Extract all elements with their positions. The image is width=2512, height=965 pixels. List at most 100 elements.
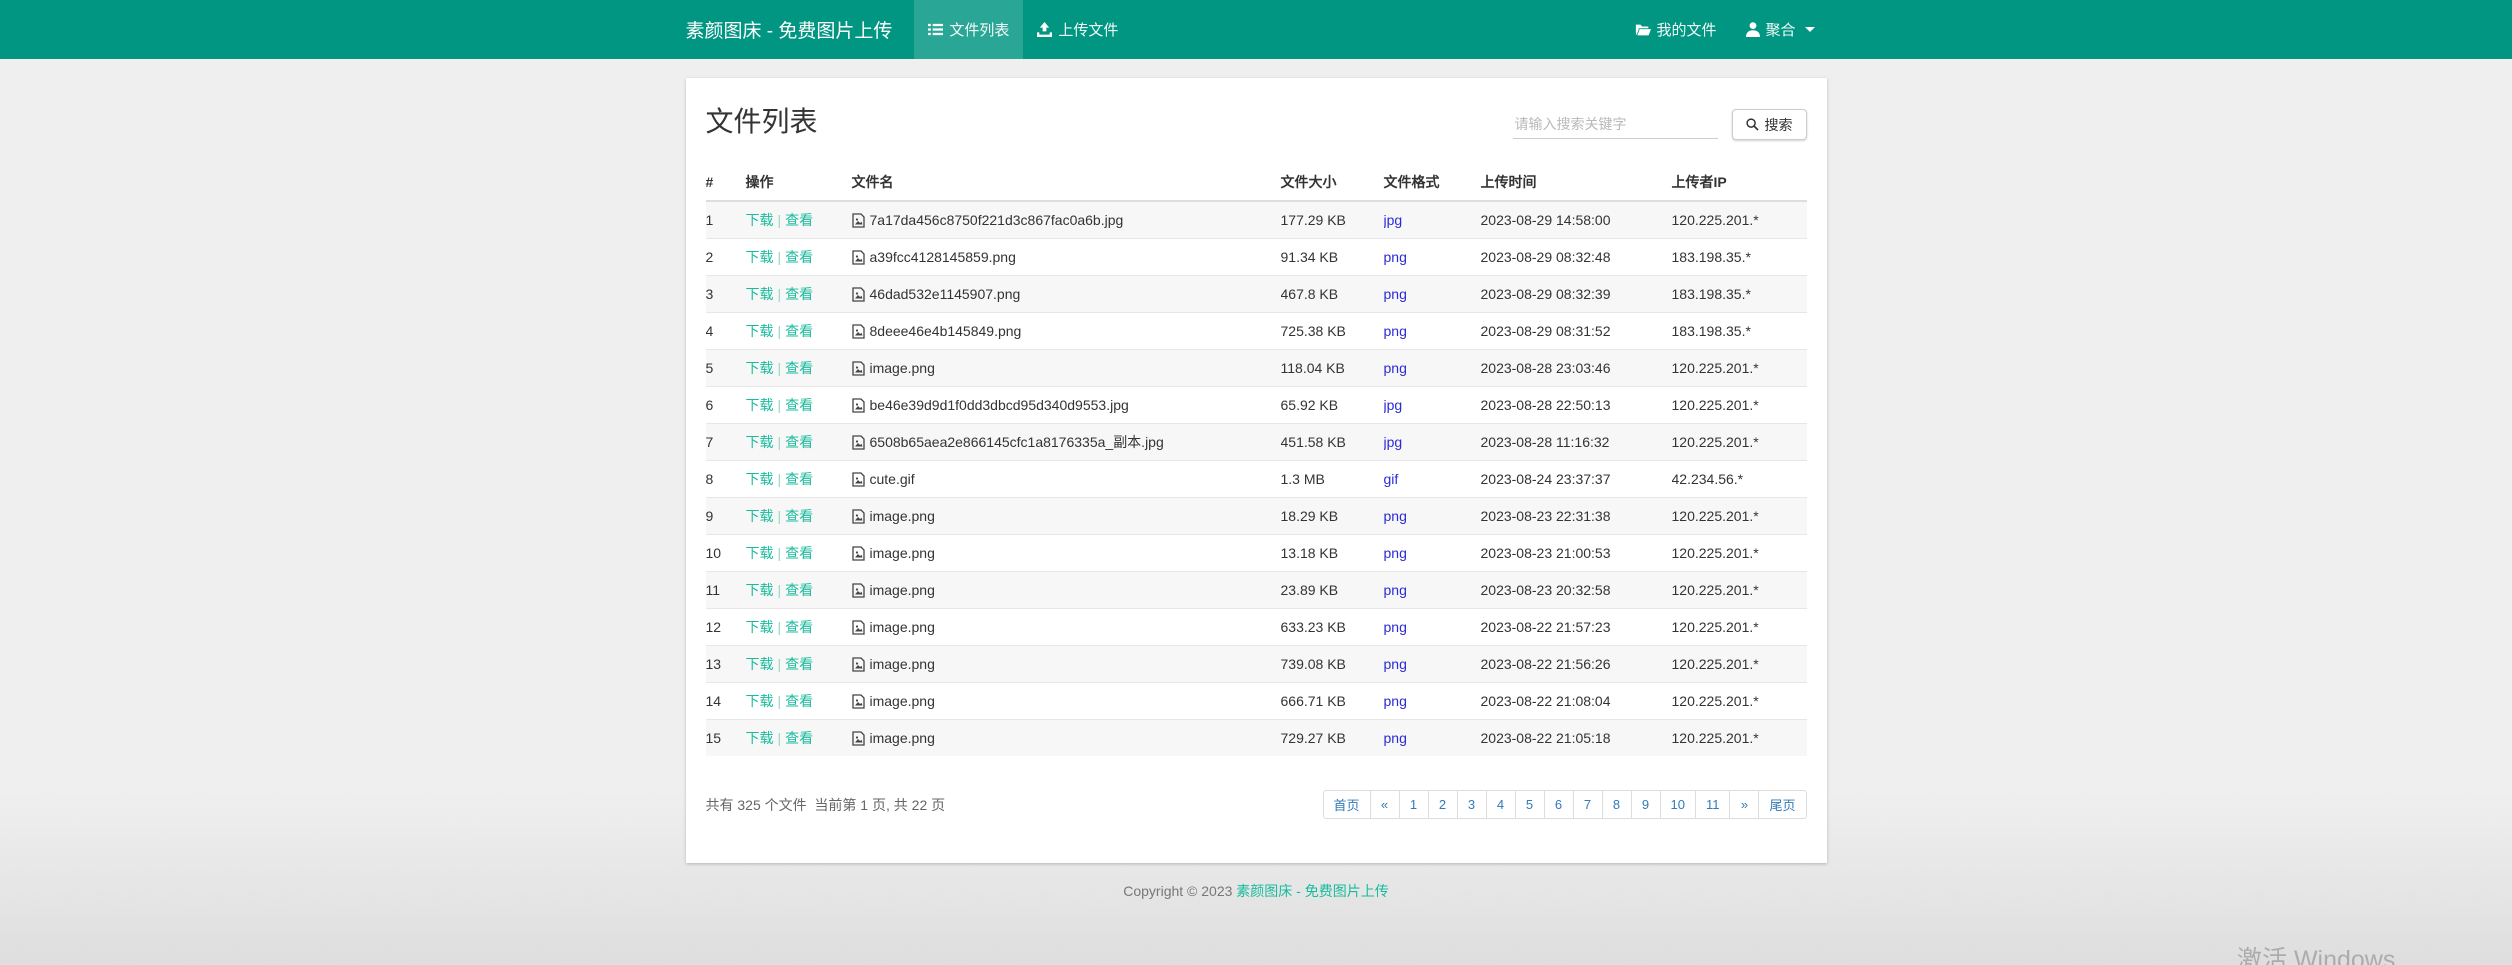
nav-tab-file-list[interactable]: 文件列表 <box>914 0 1023 59</box>
row-format: gif <box>1384 461 1481 498</box>
format-link[interactable]: gif <box>1384 471 1399 487</box>
brand-link[interactable]: 素颜图床 - 免费图片上传 <box>686 0 915 59</box>
row-actions: 下载|查看 <box>746 498 852 535</box>
format-link[interactable]: png <box>1384 249 1407 265</box>
format-link[interactable]: jpg <box>1384 434 1403 450</box>
view-link[interactable]: 查看 <box>785 656 813 672</box>
view-link[interactable]: 查看 <box>785 730 813 746</box>
image-file-icon <box>852 620 865 635</box>
download-link[interactable]: 下载 <box>746 545 774 561</box>
row-actions: 下载|查看 <box>746 313 852 350</box>
download-link[interactable]: 下载 <box>746 582 774 598</box>
pagination-item[interactable]: « <box>1370 790 1400 819</box>
view-link[interactable]: 查看 <box>785 360 813 376</box>
row-index: 14 <box>706 683 746 720</box>
view-link[interactable]: 查看 <box>785 582 813 598</box>
action-separator: | <box>774 693 786 709</box>
download-link[interactable]: 下载 <box>746 656 774 672</box>
pagination-item[interactable]: 5 <box>1515 790 1545 819</box>
row-format: jpg <box>1384 424 1481 461</box>
pagination-item[interactable]: 首页 <box>1323 790 1371 819</box>
pagination-item[interactable]: 7 <box>1573 790 1603 819</box>
format-link[interactable]: png <box>1384 582 1407 598</box>
download-link[interactable]: 下载 <box>746 360 774 376</box>
row-index: 13 <box>706 646 746 683</box>
pagination-item[interactable]: 1 <box>1399 790 1429 819</box>
search-button[interactable]: 搜索 <box>1732 109 1807 140</box>
download-link[interactable]: 下载 <box>746 323 774 339</box>
row-index: 1 <box>706 201 746 239</box>
view-link[interactable]: 查看 <box>785 508 813 524</box>
pagination-item[interactable]: 11 <box>1695 790 1731 819</box>
row-filename-cell: image.png <box>852 535 1281 572</box>
download-link[interactable]: 下载 <box>746 434 774 450</box>
pagination-item[interactable]: 9 <box>1631 790 1661 819</box>
download-link[interactable]: 下载 <box>746 508 774 524</box>
format-link[interactable]: png <box>1384 545 1407 561</box>
view-link[interactable]: 查看 <box>785 212 813 228</box>
row-ip: 120.225.201.* <box>1672 350 1807 387</box>
format-link[interactable]: png <box>1384 508 1407 524</box>
row-time: 2023-08-22 21:56:26 <box>1481 646 1672 683</box>
pagination-item[interactable]: 2 <box>1428 790 1458 819</box>
row-actions: 下载|查看 <box>746 350 852 387</box>
download-link[interactable]: 下载 <box>746 730 774 746</box>
row-time: 2023-08-28 23:03:46 <box>1481 350 1672 387</box>
pagination-item[interactable]: 6 <box>1544 790 1574 819</box>
format-link[interactable]: png <box>1384 619 1407 635</box>
pagination-item[interactable]: 8 <box>1602 790 1632 819</box>
download-link[interactable]: 下载 <box>746 397 774 413</box>
format-link[interactable]: jpg <box>1384 212 1403 228</box>
row-ip: 183.198.35.* <box>1672 276 1807 313</box>
format-link[interactable]: png <box>1384 360 1407 376</box>
format-link[interactable]: png <box>1384 693 1407 709</box>
table-row: 3 下载|查看 46dad532e1145907.png 467.8 KB pn… <box>706 276 1807 313</box>
view-link[interactable]: 查看 <box>785 693 813 709</box>
view-link[interactable]: 查看 <box>785 286 813 302</box>
filename-text: a39fcc4128145859.png <box>870 247 1016 267</box>
format-link[interactable]: png <box>1384 730 1407 746</box>
pagination-item[interactable]: » <box>1729 790 1759 819</box>
view-link[interactable]: 查看 <box>785 471 813 487</box>
view-link[interactable]: 查看 <box>785 434 813 450</box>
download-link[interactable]: 下载 <box>746 619 774 635</box>
filename-text: image.png <box>870 617 935 637</box>
view-link[interactable]: 查看 <box>785 323 813 339</box>
search-input[interactable] <box>1513 110 1718 139</box>
download-link[interactable]: 下载 <box>746 286 774 302</box>
row-format: jpg <box>1384 201 1481 239</box>
view-link[interactable]: 查看 <box>785 397 813 413</box>
download-link[interactable]: 下载 <box>746 471 774 487</box>
view-link[interactable]: 查看 <box>785 545 813 561</box>
format-link[interactable]: png <box>1384 656 1407 672</box>
format-link[interactable]: jpg <box>1384 397 1403 413</box>
nav-user-menu[interactable]: 聚合 <box>1734 0 1826 59</box>
row-size: 451.58 KB <box>1281 424 1384 461</box>
format-link[interactable]: png <box>1384 286 1407 302</box>
pagination-item[interactable]: 10 <box>1660 790 1696 819</box>
view-link[interactable]: 查看 <box>785 619 813 635</box>
image-file-icon <box>852 583 865 598</box>
download-link[interactable]: 下载 <box>746 693 774 709</box>
download-link[interactable]: 下载 <box>746 212 774 228</box>
row-size: 23.89 KB <box>1281 572 1384 609</box>
row-size: 729.27 KB <box>1281 720 1384 757</box>
format-link[interactable]: png <box>1384 323 1407 339</box>
pagination-item[interactable]: 4 <box>1486 790 1516 819</box>
row-time: 2023-08-28 22:50:13 <box>1481 387 1672 424</box>
nav-tab-label: 文件列表 <box>949 19 1009 40</box>
pagination-item[interactable]: 尾页 <box>1758 790 1806 819</box>
download-link[interactable]: 下载 <box>746 249 774 265</box>
filename-text: 7a17da456c8750f221d3c867fac0a6b.jpg <box>870 210 1124 230</box>
row-format: png <box>1384 276 1481 313</box>
row-filename-cell: image.png <box>852 720 1281 757</box>
footer-site-link[interactable]: 素颜图床 - 免费图片上传 <box>1236 883 1388 899</box>
row-filename-cell: image.png <box>852 498 1281 535</box>
view-link[interactable]: 查看 <box>785 249 813 265</box>
row-ip: 120.225.201.* <box>1672 201 1807 239</box>
nav-tab-upload[interactable]: 上传文件 <box>1023 0 1132 59</box>
nav-my-files[interactable]: 我的文件 <box>1623 0 1728 59</box>
row-ip: 120.225.201.* <box>1672 720 1807 757</box>
row-filename-cell: cute.gif <box>852 461 1281 498</box>
pagination-item[interactable]: 3 <box>1457 790 1487 819</box>
